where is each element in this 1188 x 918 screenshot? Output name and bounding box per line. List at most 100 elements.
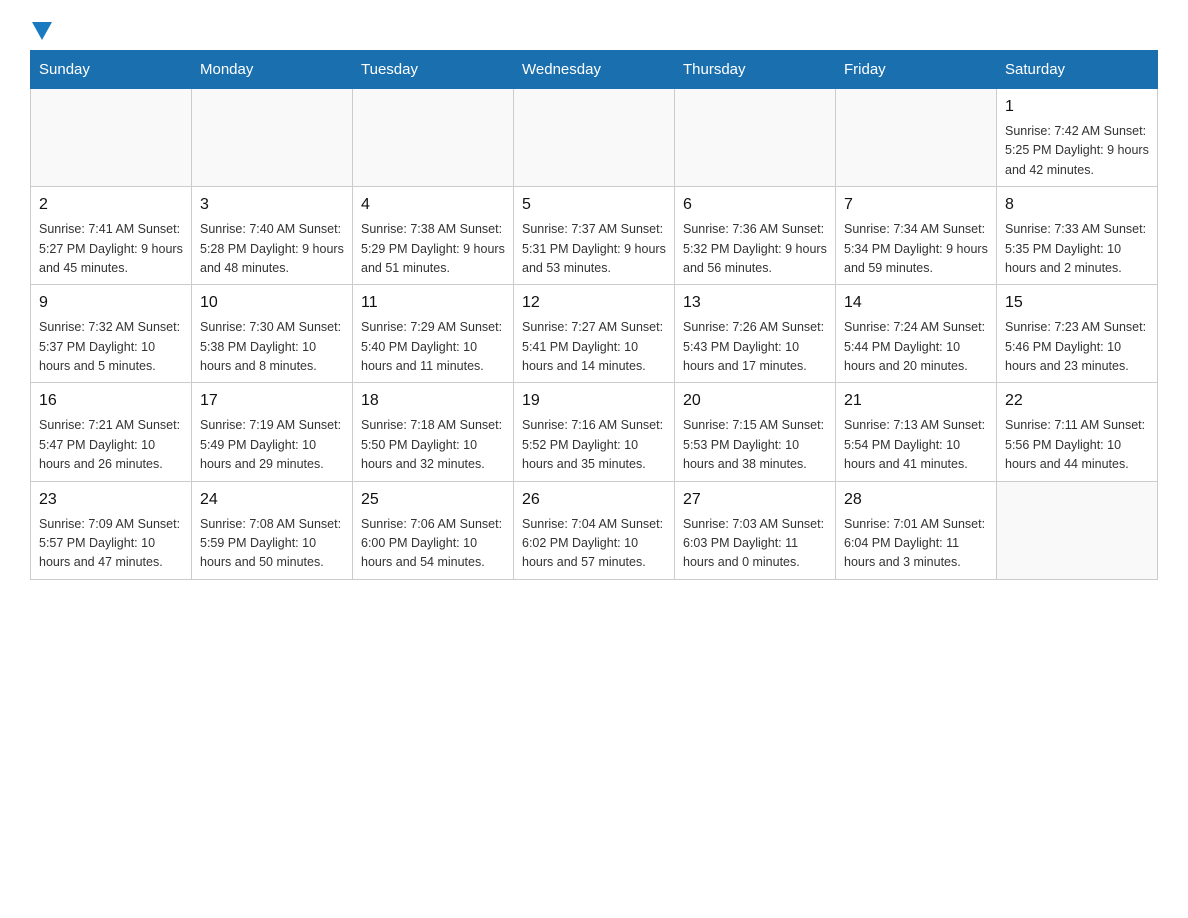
day-info: Sunrise: 7:03 AM Sunset: 6:03 PM Dayligh… xyxy=(683,515,827,573)
day-number: 23 xyxy=(39,488,183,512)
calendar-cell: 21 Sunrise: 7:13 AM Sunset: 5:54 PM Dayli… xyxy=(836,383,997,481)
calendar-cell: 19 Sunrise: 7:16 AM Sunset: 5:52 PM Dayli… xyxy=(514,383,675,481)
calendar-cell: 2Sunrise: 7:41 AM Sunset: 5:27 PM Daylig… xyxy=(31,187,192,285)
calendar-cell: 5 Sunrise: 7:37 AM Sunset: 5:31 PM Daylig… xyxy=(514,187,675,285)
calendar-cell: 10 Sunrise: 7:30 AM Sunset: 5:38 PM Dayli… xyxy=(192,285,353,383)
day-header-sunday: Sunday xyxy=(31,51,192,89)
calendar-cell: 12Sunrise: 7:27 AM Sunset: 5:41 PM Dayli… xyxy=(514,285,675,383)
day-number: 12 xyxy=(522,291,666,315)
calendar-cell xyxy=(675,89,836,187)
calendar-cell xyxy=(836,89,997,187)
calendar-cell: 16 Sunrise: 7:21 AM Sunset: 5:47 PM Dayli… xyxy=(31,383,192,481)
calendar-week-row: 16 Sunrise: 7:21 AM Sunset: 5:47 PM Dayli… xyxy=(31,383,1158,481)
calendar-table: SundayMondayTuesdayWednesdayThursdayFrid… xyxy=(30,50,1158,580)
day-header-friday: Friday xyxy=(836,51,997,89)
day-number: 6 xyxy=(683,193,827,217)
calendar-cell: 27 Sunrise: 7:03 AM Sunset: 6:03 PM Dayli… xyxy=(675,481,836,579)
day-number: 3 xyxy=(200,193,344,217)
day-number: 25 xyxy=(361,488,505,512)
day-info: Sunrise: 7:11 AM Sunset: 5:56 PM Dayligh… xyxy=(1005,416,1149,474)
day-info: Sunrise: 7:30 AM Sunset: 5:38 PM Dayligh… xyxy=(200,318,344,376)
day-info: Sunrise: 7:21 AM Sunset: 5:47 PM Dayligh… xyxy=(39,416,183,474)
day-number: 10 xyxy=(200,291,344,315)
day-number: 11 xyxy=(361,291,505,315)
calendar-cell: 22 Sunrise: 7:11 AM Sunset: 5:56 PM Dayli… xyxy=(997,383,1158,481)
day-number: 26 xyxy=(522,488,666,512)
day-number: 9 xyxy=(39,291,183,315)
calendar-week-row: 2Sunrise: 7:41 AM Sunset: 5:27 PM Daylig… xyxy=(31,187,1158,285)
calendar-week-row: 9 Sunrise: 7:32 AM Sunset: 5:37 PM Daylig… xyxy=(31,285,1158,383)
calendar-week-row: 1 Sunrise: 7:42 AM Sunset: 5:25 PM Daylig… xyxy=(31,89,1158,187)
logo-triangle-icon xyxy=(32,22,52,40)
day-number: 14 xyxy=(844,291,988,315)
day-number: 27 xyxy=(683,488,827,512)
calendar-cell xyxy=(192,89,353,187)
calendar-cell xyxy=(353,89,514,187)
day-header-wednesday: Wednesday xyxy=(514,51,675,89)
day-number: 5 xyxy=(522,193,666,217)
page-header xyxy=(30,20,1158,40)
day-info: Sunrise: 7:29 AM Sunset: 5:40 PM Dayligh… xyxy=(361,318,505,376)
day-info: Sunrise: 7:32 AM Sunset: 5:37 PM Dayligh… xyxy=(39,318,183,376)
day-number: 16 xyxy=(39,389,183,413)
day-header-saturday: Saturday xyxy=(997,51,1158,89)
day-info: Sunrise: 7:24 AM Sunset: 5:44 PM Dayligh… xyxy=(844,318,988,376)
calendar-cell: 4 Sunrise: 7:38 AM Sunset: 5:29 PM Daylig… xyxy=(353,187,514,285)
calendar-cell: 24 Sunrise: 7:08 AM Sunset: 5:59 PM Dayli… xyxy=(192,481,353,579)
day-info: Sunrise: 7:41 AM Sunset: 5:27 PM Dayligh… xyxy=(39,220,183,278)
calendar-cell xyxy=(31,89,192,187)
day-headers-row: SundayMondayTuesdayWednesdayThursdayFrid… xyxy=(31,51,1158,89)
day-number: 22 xyxy=(1005,389,1149,413)
calendar-cell: 6 Sunrise: 7:36 AM Sunset: 5:32 PM Daylig… xyxy=(675,187,836,285)
day-info: Sunrise: 7:04 AM Sunset: 6:02 PM Dayligh… xyxy=(522,515,666,573)
day-number: 7 xyxy=(844,193,988,217)
day-number: 4 xyxy=(361,193,505,217)
logo xyxy=(30,20,52,40)
day-info: Sunrise: 7:01 AM Sunset: 6:04 PM Dayligh… xyxy=(844,515,988,573)
calendar-week-row: 23 Sunrise: 7:09 AM Sunset: 5:57 PM Dayli… xyxy=(31,481,1158,579)
calendar-cell xyxy=(997,481,1158,579)
day-header-thursday: Thursday xyxy=(675,51,836,89)
calendar-cell: 18Sunrise: 7:18 AM Sunset: 5:50 PM Dayli… xyxy=(353,383,514,481)
calendar-cell: 17 Sunrise: 7:19 AM Sunset: 5:49 PM Dayli… xyxy=(192,383,353,481)
day-number: 1 xyxy=(1005,95,1149,119)
day-info: Sunrise: 7:13 AM Sunset: 5:54 PM Dayligh… xyxy=(844,416,988,474)
day-header-tuesday: Tuesday xyxy=(353,51,514,89)
calendar-header: SundayMondayTuesdayWednesdayThursdayFrid… xyxy=(31,51,1158,89)
calendar-cell: 7 Sunrise: 7:34 AM Sunset: 5:34 PM Daylig… xyxy=(836,187,997,285)
calendar-cell: 3 Sunrise: 7:40 AM Sunset: 5:28 PM Daylig… xyxy=(192,187,353,285)
day-info: Sunrise: 7:06 AM Sunset: 6:00 PM Dayligh… xyxy=(361,515,505,573)
day-info: Sunrise: 7:16 AM Sunset: 5:52 PM Dayligh… xyxy=(522,416,666,474)
day-info: Sunrise: 7:36 AM Sunset: 5:32 PM Dayligh… xyxy=(683,220,827,278)
calendar-cell: 15Sunrise: 7:23 AM Sunset: 5:46 PM Dayli… xyxy=(997,285,1158,383)
day-number: 21 xyxy=(844,389,988,413)
day-info: Sunrise: 7:37 AM Sunset: 5:31 PM Dayligh… xyxy=(522,220,666,278)
day-header-monday: Monday xyxy=(192,51,353,89)
calendar-cell: 14 Sunrise: 7:24 AM Sunset: 5:44 PM Dayli… xyxy=(836,285,997,383)
day-info: Sunrise: 7:40 AM Sunset: 5:28 PM Dayligh… xyxy=(200,220,344,278)
calendar-cell: 26 Sunrise: 7:04 AM Sunset: 6:02 PM Dayli… xyxy=(514,481,675,579)
calendar-body: 1 Sunrise: 7:42 AM Sunset: 5:25 PM Daylig… xyxy=(31,89,1158,580)
day-number: 15 xyxy=(1005,291,1149,315)
day-info: Sunrise: 7:33 AM Sunset: 5:35 PM Dayligh… xyxy=(1005,220,1149,278)
day-number: 13 xyxy=(683,291,827,315)
calendar-cell: 20 Sunrise: 7:15 AM Sunset: 5:53 PM Dayli… xyxy=(675,383,836,481)
day-number: 17 xyxy=(200,389,344,413)
day-number: 18 xyxy=(361,389,505,413)
day-info: Sunrise: 7:19 AM Sunset: 5:49 PM Dayligh… xyxy=(200,416,344,474)
day-info: Sunrise: 7:08 AM Sunset: 5:59 PM Dayligh… xyxy=(200,515,344,573)
calendar-cell: 9 Sunrise: 7:32 AM Sunset: 5:37 PM Daylig… xyxy=(31,285,192,383)
day-info: Sunrise: 7:42 AM Sunset: 5:25 PM Dayligh… xyxy=(1005,122,1149,180)
calendar-cell: 23 Sunrise: 7:09 AM Sunset: 5:57 PM Dayli… xyxy=(31,481,192,579)
day-info: Sunrise: 7:34 AM Sunset: 5:34 PM Dayligh… xyxy=(844,220,988,278)
day-number: 20 xyxy=(683,389,827,413)
day-info: Sunrise: 7:15 AM Sunset: 5:53 PM Dayligh… xyxy=(683,416,827,474)
day-number: 19 xyxy=(522,389,666,413)
day-info: Sunrise: 7:09 AM Sunset: 5:57 PM Dayligh… xyxy=(39,515,183,573)
day-number: 24 xyxy=(200,488,344,512)
day-info: Sunrise: 7:38 AM Sunset: 5:29 PM Dayligh… xyxy=(361,220,505,278)
calendar-cell: 11 Sunrise: 7:29 AM Sunset: 5:40 PM Dayli… xyxy=(353,285,514,383)
calendar-cell: 13Sunrise: 7:26 AM Sunset: 5:43 PM Dayli… xyxy=(675,285,836,383)
calendar-cell xyxy=(514,89,675,187)
day-number: 28 xyxy=(844,488,988,512)
